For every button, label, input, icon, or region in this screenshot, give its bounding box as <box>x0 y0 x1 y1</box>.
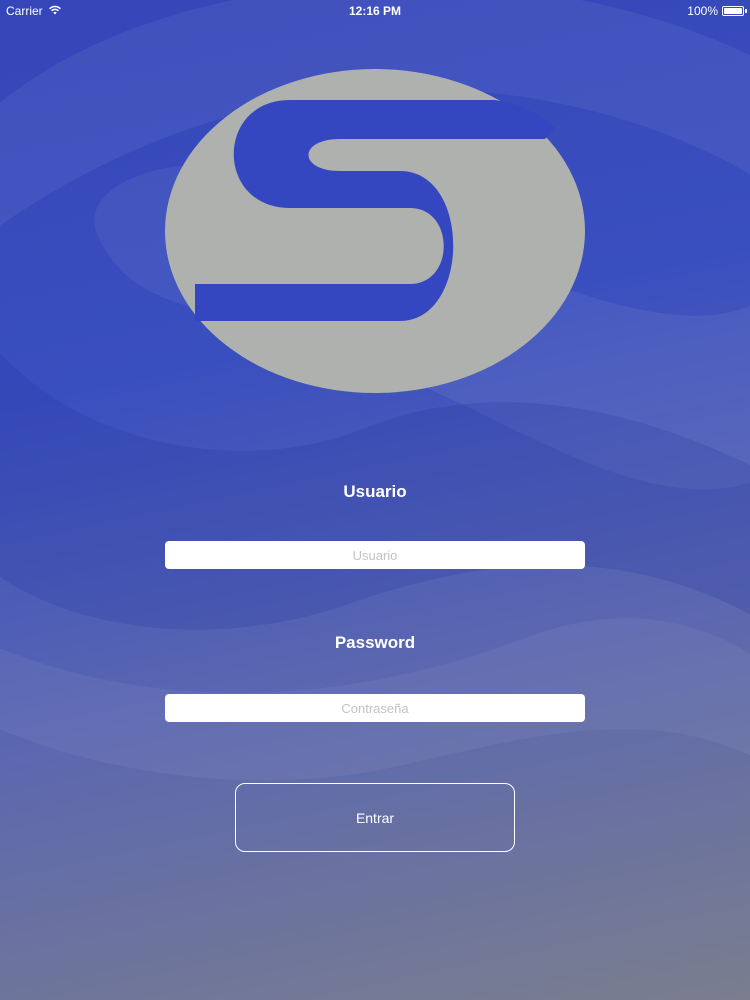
battery-percent: 100% <box>687 4 718 18</box>
status-bar: Carrier 12:16 PM 100% <box>0 0 750 22</box>
status-time: 12:16 PM <box>348 4 402 18</box>
battery-icon <box>722 6 747 16</box>
enter-button[interactable]: Entrar <box>235 783 515 852</box>
username-input[interactable] <box>165 541 585 569</box>
password-input[interactable] <box>165 694 585 722</box>
status-battery-group: 100% <box>687 4 747 18</box>
s-logo <box>165 69 585 393</box>
username-label: Usuario <box>343 482 407 501</box>
password-label: Password <box>334 633 416 652</box>
